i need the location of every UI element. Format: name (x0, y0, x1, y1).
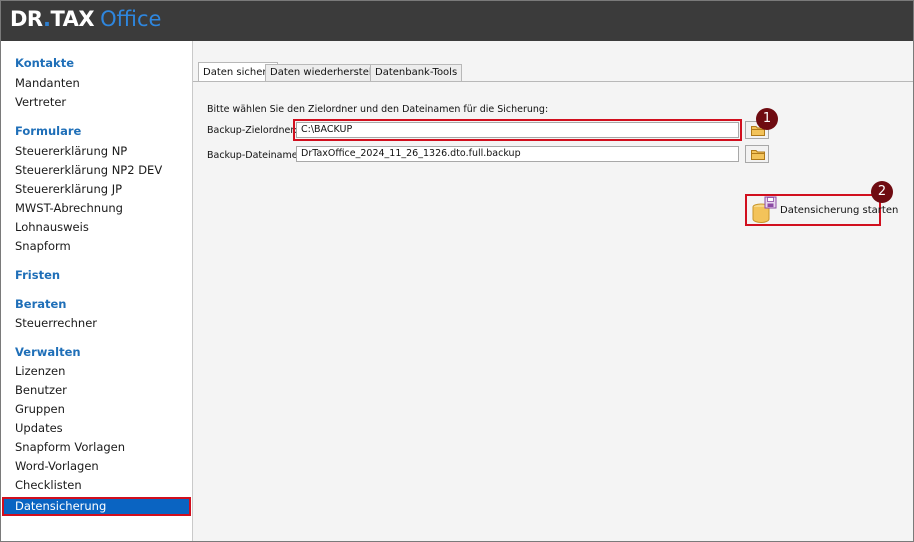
sidebar-item-steuererklaerung-jp[interactable]: Steuererklärung JP (1, 180, 192, 199)
sidebar-heading-fristen[interactable]: Fristen (1, 266, 192, 285)
sidebar-item-snapform-vorlagen[interactable]: Snapform Vorlagen (1, 438, 192, 457)
sidebar-item-datensicherung[interactable]: Datensicherung (2, 497, 191, 516)
sidebar-item-vertreter[interactable]: Vertreter (1, 93, 192, 112)
backup-folder-input[interactable]: C:\BACKUP (293, 119, 742, 141)
backup-folder-label: Backup-Zielordner: (207, 125, 298, 136)
sidebar-item-snapform[interactable]: Snapform (1, 237, 192, 256)
instruction-text: Bitte wählen Sie den Zielordner und den … (207, 104, 549, 115)
logo-text-office: Office (100, 7, 162, 31)
sidebar-item-steuererklaerung-np[interactable]: Steuererklärung NP (1, 142, 192, 161)
sidebar-item-benutzer[interactable]: Benutzer (1, 381, 192, 400)
backup-filename-input[interactable]: DrTaxOffice_2024_11_26_1326.dto.full.bac… (296, 146, 739, 162)
tab-divider (193, 81, 913, 82)
database-save-icon (752, 196, 777, 224)
sidebar-item-steuerrechner[interactable]: Steuerrechner (1, 314, 192, 333)
annotation-badge-1: 1 (756, 108, 778, 130)
sidebar-item-mwst-abrechnung[interactable]: MWST-Abrechnung (1, 199, 192, 218)
sidebar-item-steuererklaerung-np2-dev[interactable]: Steuererklärung NP2 DEV (1, 161, 192, 180)
start-backup-button[interactable]: Datensicherung starten (745, 194, 898, 226)
sidebar-heading-beraten: Beraten (15, 297, 67, 311)
sidebar-item-mandanten[interactable]: Mandanten (1, 74, 192, 93)
sidebar-item-lizenzen[interactable]: Lizenzen (1, 362, 192, 381)
sidebar-item-checklisten[interactable]: Checklisten (1, 476, 192, 495)
backup-filename-label: Backup-Dateiname: (207, 150, 301, 161)
main-panel: Daten sichern Daten wiederherstellen Dat… (193, 41, 913, 541)
browse-file-button[interactable] (745, 145, 769, 163)
sidebar-heading-kontakte: Kontakte (15, 56, 74, 70)
top-bar: DR.TAX Office (1, 1, 913, 41)
app-logo: DR.TAX Office (10, 7, 161, 31)
sidebar-item-gruppen[interactable]: Gruppen (1, 400, 192, 419)
logo-text-dr: DR (10, 7, 44, 31)
sidebar-item-word-vorlagen[interactable]: Word-Vorlagen (1, 457, 192, 476)
annotation-badge-2: 2 (871, 181, 893, 203)
start-backup-label: Datensicherung starten (780, 205, 899, 216)
sidebar-heading-verwalten: Verwalten (15, 345, 81, 359)
sidebar-heading-formulare: Formulare (15, 124, 82, 138)
folder-icon (751, 150, 765, 160)
logo-text-tax: TAX (50, 7, 95, 31)
sidebar: Kontakte Mandanten Vertreter Formulare S… (1, 41, 193, 541)
sidebar-item-updates[interactable]: Updates (1, 419, 192, 438)
sidebar-item-lohnausweis[interactable]: Lohnausweis (1, 218, 192, 237)
app-window: DR.TAX Office Kontakte Mandanten Vertrete… (0, 0, 914, 542)
tab-datenbank-tools[interactable]: Datenbank-Tools (370, 64, 463, 81)
